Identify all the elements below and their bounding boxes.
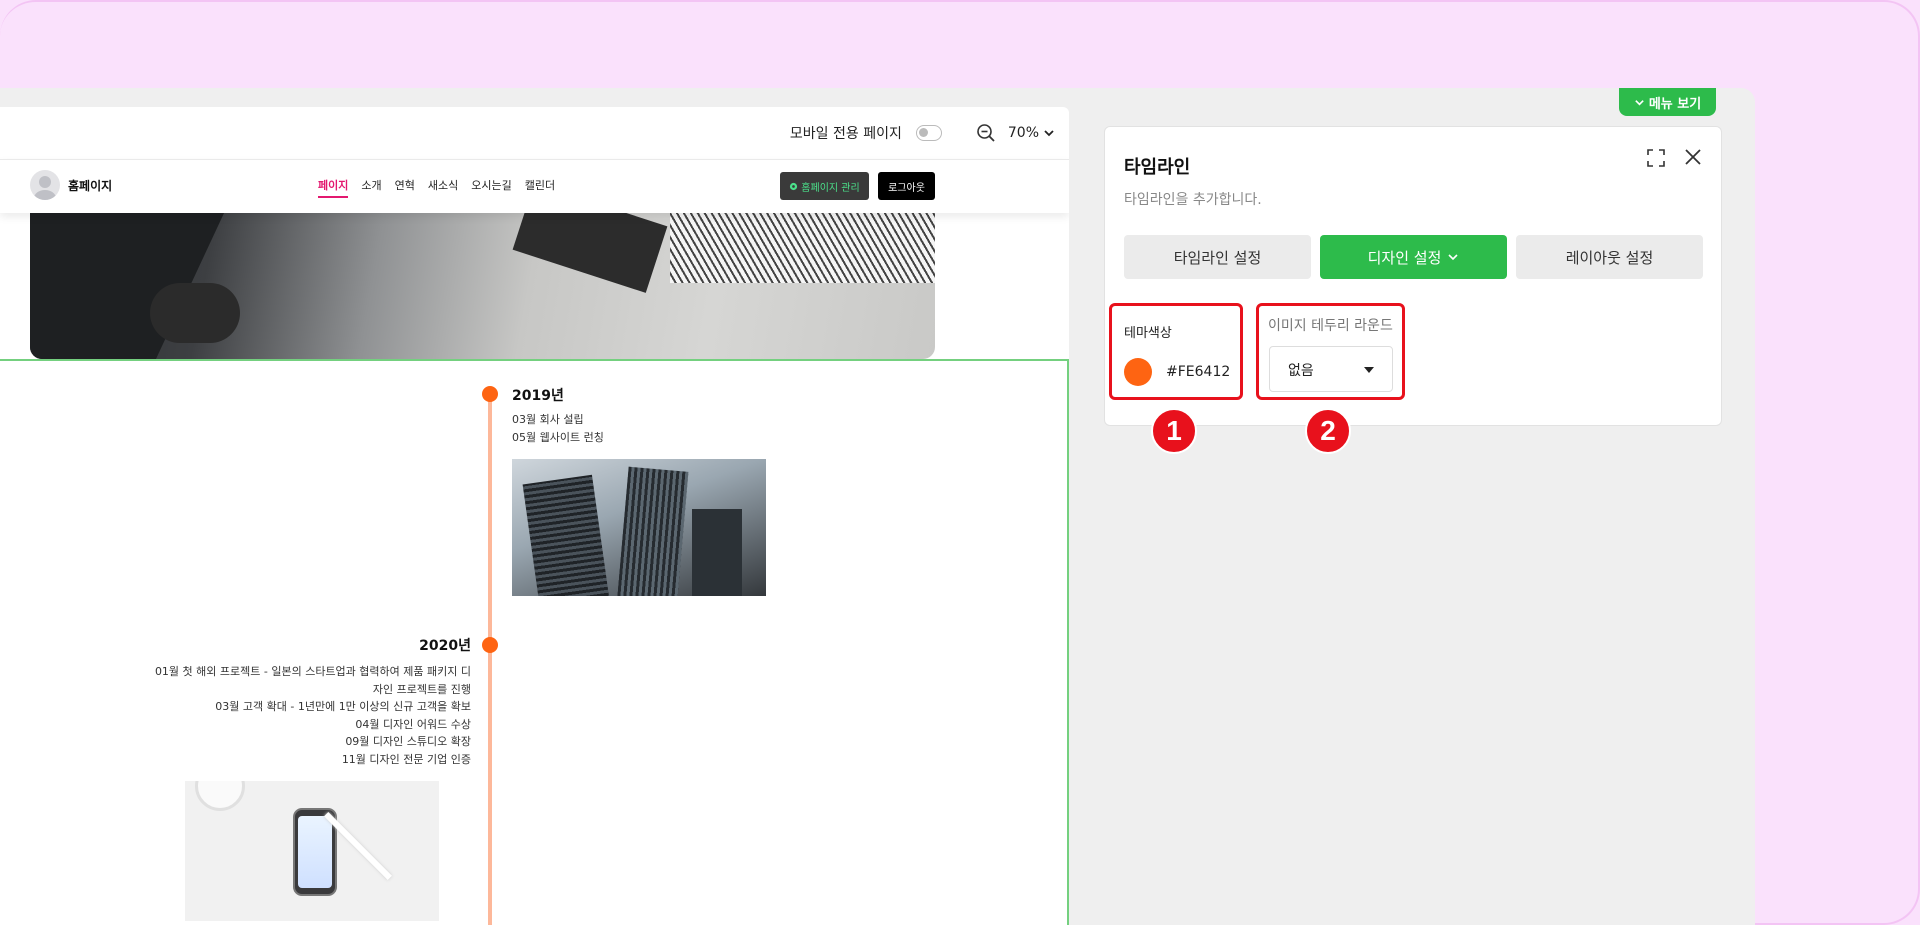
site-header: 홈페이지 페이지 소개 연혁 새소식 오시는길 캘린더 홈페이지 관리 로그아웃 xyxy=(0,159,1069,213)
callout-badge-1: 1 xyxy=(1151,408,1197,454)
nav-item-news[interactable]: 새소식 xyxy=(428,177,458,198)
site-nav: 페이지 소개 연혁 새소식 오시는길 캘린더 xyxy=(318,177,555,198)
panel-title: 타임라인 xyxy=(1124,157,1191,178)
timeline-event: 03월 회사 설립 xyxy=(512,413,584,426)
timeline-event: 01월 첫 해외 프로젝트 - 일본의 스타트업과 협력하여 제품 패키지 디자… xyxy=(154,665,471,696)
timeline-year-2020: 2020년 xyxy=(419,638,471,654)
hero-image xyxy=(30,213,935,359)
gear-icon xyxy=(790,182,798,190)
chevron-down-icon xyxy=(1635,99,1644,106)
menu-view-button[interactable]: 메뉴 보기 xyxy=(1619,88,1716,116)
theme-color-swatch[interactable] xyxy=(1124,358,1152,386)
manage-homepage-label: 홈페이지 관리 xyxy=(801,182,860,194)
nav-item-history[interactable]: 연혁 xyxy=(395,177,415,198)
tab-timeline-settings[interactable]: 타임라인 설정 xyxy=(1124,235,1311,279)
zoom-out-icon[interactable] xyxy=(976,123,996,143)
timeline-settings-panel: 타임라인 타임라인을 추가합니다. 타임라인 설정 디자인 설정 레이아웃 설정… xyxy=(1104,126,1722,426)
chevron-down-icon xyxy=(1448,254,1458,261)
caret-down-icon xyxy=(1364,367,1374,373)
timeline-event: 03월 고객 확대 - 1년만에 1만 이상의 신규 고객을 확보 xyxy=(215,700,471,714)
manage-homepage-button[interactable]: 홈페이지 관리 xyxy=(780,172,869,200)
nav-item-about[interactable]: 소개 xyxy=(361,177,381,198)
timeline-events-2020: 01월 첫 해외 프로젝트 - 일본의 스타트업과 협력하여 제품 패키지 디자… xyxy=(148,663,471,769)
close-icon[interactable] xyxy=(1683,147,1703,167)
mobile-only-label: 모바일 전용 페이지 xyxy=(789,126,902,142)
timeline-events-2019: 03월 회사 설립 05월 웹사이트 런칭 xyxy=(512,411,604,447)
page-preview: 모바일 전용 페이지 70% 홈페이지 페이지 소개 연혁 새소식 오시는길 캘… xyxy=(0,107,1069,925)
timeline-event: 05월 웹사이트 런칭 xyxy=(512,431,604,444)
nav-item-calendar[interactable]: 캘린더 xyxy=(525,177,555,198)
theme-color-value[interactable]: #FE6412 xyxy=(1166,364,1230,380)
tab-design-settings[interactable]: 디자인 설정 xyxy=(1320,235,1507,279)
logout-button[interactable]: 로그아웃 xyxy=(878,172,935,200)
timeline-dot-2019 xyxy=(482,386,498,402)
user-icon xyxy=(34,176,56,200)
chevron-down-icon[interactable] xyxy=(1043,127,1055,139)
timeline-image-phone xyxy=(185,781,439,921)
timeline-year-2019: 2019년 xyxy=(512,388,564,404)
fullscreen-icon[interactable] xyxy=(1646,148,1666,168)
preview-toolbar: 모바일 전용 페이지 70% xyxy=(0,107,1069,159)
timeline-event: 09월 디자인 스튜디오 확장 xyxy=(345,735,471,749)
timeline-image-buildings xyxy=(512,459,766,596)
tab-design-settings-label: 디자인 설정 xyxy=(1367,248,1442,267)
menu-view-label: 메뉴 보기 xyxy=(1648,96,1702,112)
image-border-radius-label: 이미지 테두리 라운드 xyxy=(1268,318,1393,334)
image-border-radius-section: 이미지 테두리 라운드 없음 xyxy=(1256,303,1405,400)
mobile-only-toggle[interactable] xyxy=(915,125,942,141)
nav-item-directions[interactable]: 오시는길 xyxy=(471,177,511,198)
panel-subtitle: 타임라인을 추가합니다. xyxy=(1124,192,1262,208)
timeline-event: 04월 디자인 어워드 수상 xyxy=(355,717,471,731)
timeline-dot-2020 xyxy=(482,637,498,653)
site-title[interactable]: 홈페이지 xyxy=(68,177,112,194)
nav-item-page[interactable]: 페이지 xyxy=(318,177,349,198)
theme-color-label: 테마색상 xyxy=(1124,326,1172,341)
tab-layout-settings[interactable]: 레이아웃 설정 xyxy=(1516,235,1703,279)
avatar[interactable] xyxy=(30,170,60,200)
callout-badge-2: 2 xyxy=(1305,408,1351,454)
image-border-radius-value: 없음 xyxy=(1288,363,1314,379)
zoom-level[interactable]: 70% xyxy=(1008,125,1039,141)
theme-color-section: 테마색상 #FE6412 xyxy=(1109,303,1243,400)
timeline-line xyxy=(488,395,492,925)
timeline-event: 11월 디자인 전문 기업 인증 xyxy=(341,752,471,766)
image-border-radius-select[interactable]: 없음 xyxy=(1269,346,1393,392)
